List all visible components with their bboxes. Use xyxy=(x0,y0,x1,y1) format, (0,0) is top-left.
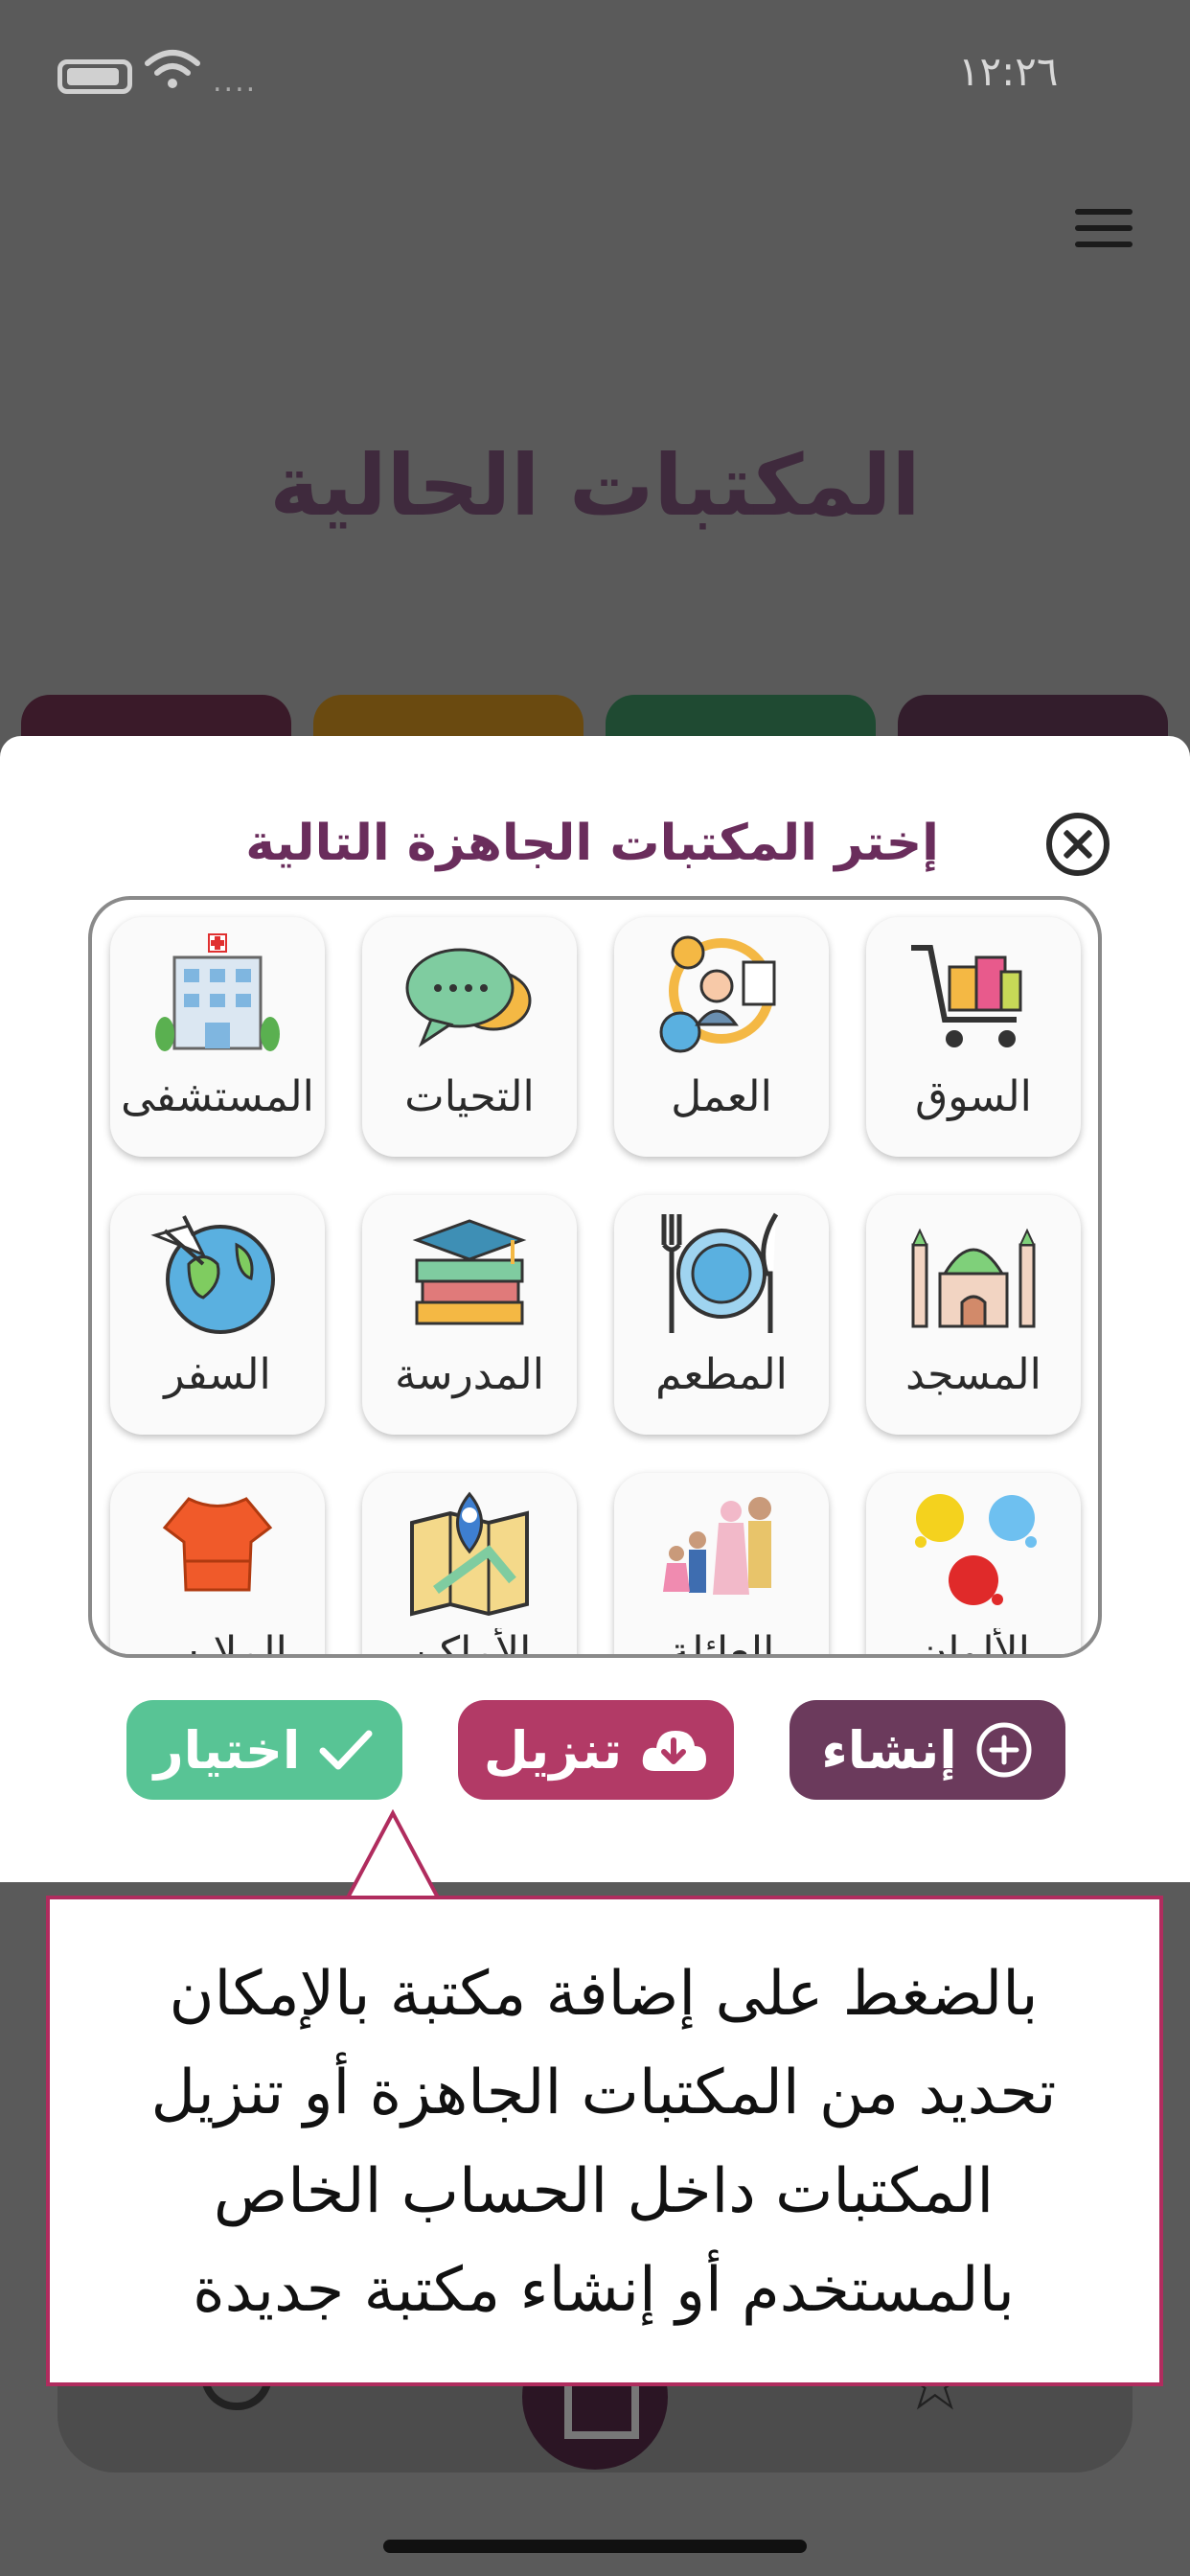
library-card-hospital[interactable]: المستشفى xyxy=(110,917,325,1157)
library-label: الملابس xyxy=(148,1628,287,1658)
modal-title: إختر المكتبات الجاهزة التالية xyxy=(245,815,939,872)
work-gears-icon xyxy=(659,935,776,1053)
library-card-greetings[interactable]: التحيات xyxy=(362,917,577,1157)
library-label: السوق xyxy=(915,1072,1032,1121)
library-card-family[interactable]: العائلة xyxy=(614,1473,829,1658)
signal-dots: .... xyxy=(213,65,258,99)
library-card-school[interactable]: المدرسة xyxy=(362,1195,577,1435)
page-title: المكتبات الحالية xyxy=(269,436,921,535)
library-card-mosque[interactable]: المسجد xyxy=(866,1195,1081,1435)
select-button-label: اختيار xyxy=(153,1719,301,1781)
library-label: المستشفى xyxy=(121,1072,314,1121)
tooltip-line: تحديد من المكتبات الجاهزة أو تنزيل xyxy=(150,2058,1057,2128)
library-card-restaurant[interactable]: المطعم xyxy=(614,1195,829,1435)
library-card-colors[interactable]: الألوان xyxy=(866,1473,1081,1658)
library-label: العمل xyxy=(671,1072,772,1121)
shopping-cart-icon xyxy=(911,945,1022,1047)
mosque-icon xyxy=(911,1228,1036,1328)
checkmark-icon xyxy=(319,1730,373,1770)
library-card-places[interactable]: الأماكن xyxy=(362,1473,577,1658)
speech-bubbles-icon xyxy=(405,948,532,1047)
plus-circle-icon xyxy=(976,1722,1032,1778)
library-grid: السوق العمل التحيات المستشفى المسجد المط… xyxy=(88,896,1102,1658)
library-label: المدرسة xyxy=(395,1350,544,1399)
library-label: الأماكن xyxy=(407,1628,532,1658)
download-button-label: تنزيل xyxy=(483,1719,623,1781)
tooltip-arrow xyxy=(345,1809,441,1901)
plate-cutlery-icon xyxy=(661,1212,779,1333)
library-card-clothes[interactable]: الملابس xyxy=(110,1473,325,1658)
close-icon[interactable] xyxy=(1046,813,1110,876)
status-time: ١٢:٢٦ xyxy=(958,48,1059,95)
family-icon xyxy=(663,1497,771,1595)
globe-plane-icon xyxy=(150,1215,275,1334)
paint-splash-icon xyxy=(915,1494,1037,1605)
dress-icon xyxy=(162,1497,273,1592)
tooltip-text: بالضغط على إضافة مكتبة بالإمكان تحديد من… xyxy=(67,1945,1140,2340)
library-label: الألوان xyxy=(917,1628,1030,1658)
create-button[interactable]: إنشاء xyxy=(790,1700,1065,1800)
map-pin-icon xyxy=(410,1491,529,1617)
hospital-icon xyxy=(155,933,280,1051)
home-indicator xyxy=(383,2540,807,2553)
tooltip-line: بالضغط على إضافة مكتبة بالإمكان xyxy=(169,1959,1039,2030)
tooltip-line: المكتبات داخل الحساب الخاص xyxy=(213,2156,995,2227)
hamburger-menu-icon[interactable] xyxy=(1075,209,1133,251)
library-card-work[interactable]: العمل xyxy=(614,917,829,1157)
library-label: المطعم xyxy=(655,1350,788,1399)
create-button-label: إنشاء xyxy=(821,1719,957,1781)
battery-icon xyxy=(57,59,132,94)
wifi-icon xyxy=(145,50,200,88)
library-label: المسجد xyxy=(905,1350,1041,1399)
download-button[interactable]: تنزيل xyxy=(458,1700,734,1800)
library-label: التحيات xyxy=(404,1072,535,1121)
tooltip-line: بالمستخدم أو إنشاء مكتبة جديدة xyxy=(193,2255,1015,2326)
library-label: العائلة xyxy=(668,1628,775,1658)
books-graduation-icon xyxy=(412,1219,527,1325)
library-card-travel[interactable]: السفر xyxy=(110,1195,325,1435)
library-card-market[interactable]: السوق xyxy=(866,917,1081,1157)
cloud-download-icon xyxy=(642,1731,707,1771)
library-label: السفر xyxy=(164,1350,271,1399)
select-button[interactable]: اختيار xyxy=(126,1700,402,1800)
